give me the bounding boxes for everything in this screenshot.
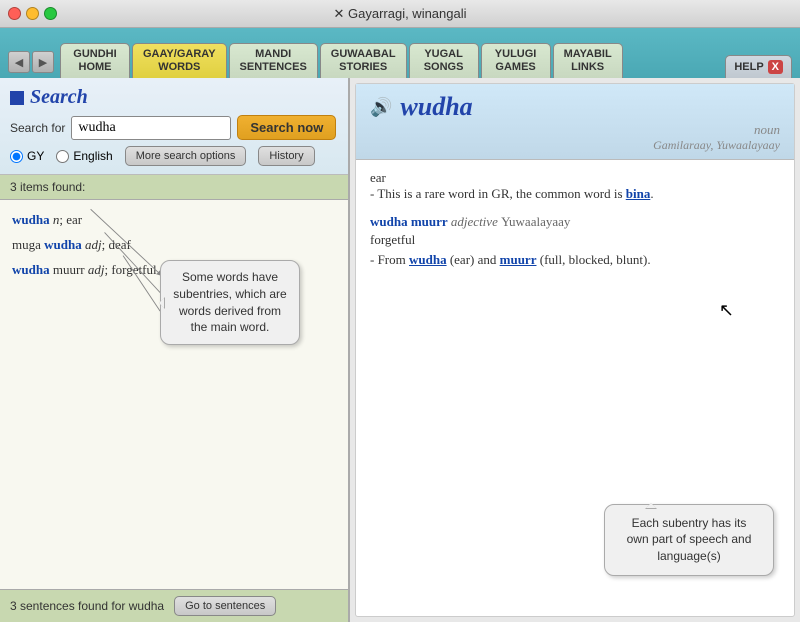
wudha-link[interactable]: wudha [409, 252, 447, 267]
tab-mandi[interactable]: MANDI SENTENCES [229, 43, 318, 78]
title-icon: ✕ [333, 6, 348, 21]
history-button[interactable]: History [258, 146, 314, 166]
forward-arrow[interactable]: ▶ [32, 51, 54, 73]
radio-row: GY English More search options History [10, 146, 338, 166]
maximize-button[interactable] [44, 7, 57, 20]
word-body: ear - This is a rare word in GR, the com… [356, 160, 794, 616]
tab-mayabil[interactable]: MAYABIL LINKS [553, 43, 623, 78]
tooltip-subentry-info: Each subentry has its own part of speech… [604, 504, 774, 576]
list-item[interactable]: wudha n; ear [12, 210, 336, 231]
search-now-button[interactable]: Search now [237, 115, 336, 140]
search-title: Search [10, 86, 338, 109]
word-title-row: 🔊 wudha [370, 92, 780, 122]
tab-gaay[interactable]: GAAY/GARAY WORDS [132, 43, 227, 78]
go-to-sentences-button[interactable]: Go to sentences [174, 596, 276, 616]
def-label: ear [370, 170, 780, 186]
window-controls[interactable] [8, 7, 57, 20]
search-for-label: Search for [10, 121, 65, 135]
window-title: ✕ Gayarragi, winangali [333, 6, 466, 22]
tab-gundhi[interactable]: GUNDHI HOME [60, 43, 130, 78]
more-options-button[interactable]: More search options [125, 146, 247, 166]
bottom-bar: 3 sentences found for wudha Go to senten… [0, 589, 348, 622]
definition-section: ear - This is a rare word in GR, the com… [370, 170, 780, 202]
nav-arrows[interactable]: ◀ ▶ [8, 51, 54, 73]
list-item[interactable]: muga wudha adj; deaf [12, 235, 336, 256]
word-title: wudha [400, 92, 472, 122]
sentences-count: 3 sentences found for wudha [10, 599, 164, 613]
right-panel: 🔊 wudha noun Gamilaraay, Yuwaalayaay ear… [355, 83, 795, 617]
bina-link[interactable]: bina [626, 186, 651, 201]
word-pos: noun [370, 122, 780, 138]
search-row: Search for Search now [10, 115, 338, 140]
result-word: wudha [12, 262, 50, 277]
nav-bar: ◀ ▶ GUNDHI HOME GAAY/GARAY WORDS MANDI S… [0, 28, 800, 78]
word-lang: Gamilaraay, Yuwaalayaay [370, 138, 780, 157]
word-header-area: 🔊 wudha noun Gamilaraay, Yuwaalayaay [356, 84, 794, 160]
subentry-1: wudha muurr adjective Yuwaalayaay forget… [370, 214, 780, 268]
subentry-def-word: forgetful [370, 232, 780, 248]
radio-gy[interactable]: GY [10, 149, 44, 163]
close-button[interactable] [8, 7, 21, 20]
left-panel: Search Search for Search now GY English … [0, 78, 350, 622]
speaker-icon[interactable]: 🔊 [370, 97, 392, 118]
subentry-def: - From wudha (ear) and muurr (full, bloc… [370, 252, 780, 268]
title-bar: ✕ Gayarragi, winangali [0, 0, 800, 28]
back-arrow[interactable]: ◀ [8, 51, 30, 73]
tooltip-subentries: Some words have subentries, which are wo… [160, 260, 300, 345]
results-list: wudha n; ear muga wudha adj; deaf wudha … [0, 200, 348, 589]
muurr-link[interactable]: muurr [500, 252, 537, 267]
def-text: - This is a rare word in GR, the common … [370, 186, 780, 202]
search-header: Search Search for Search now GY English … [0, 78, 348, 175]
help-tab[interactable]: HELP X [725, 55, 792, 78]
tab-guwaabal[interactable]: GUWAABAL STORIES [320, 43, 407, 78]
tab-yugal[interactable]: YUGAL SONGS [409, 43, 479, 78]
search-icon [10, 91, 24, 105]
close-x[interactable]: X [768, 60, 783, 74]
cursor-icon: ↖ [719, 300, 734, 321]
results-count: 3 items found: [0, 175, 348, 200]
tab-yulugi[interactable]: YULUGI GAMES [481, 43, 551, 78]
minimize-button[interactable] [26, 7, 39, 20]
search-input[interactable] [71, 116, 231, 140]
result-word: wudha [44, 237, 82, 252]
subentry-title: wudha muurr adjective Yuwaalayaay [370, 214, 780, 230]
main-content: Search Search for Search now GY English … [0, 78, 800, 622]
result-word: wudha [12, 212, 50, 227]
radio-english[interactable]: English [56, 149, 112, 163]
